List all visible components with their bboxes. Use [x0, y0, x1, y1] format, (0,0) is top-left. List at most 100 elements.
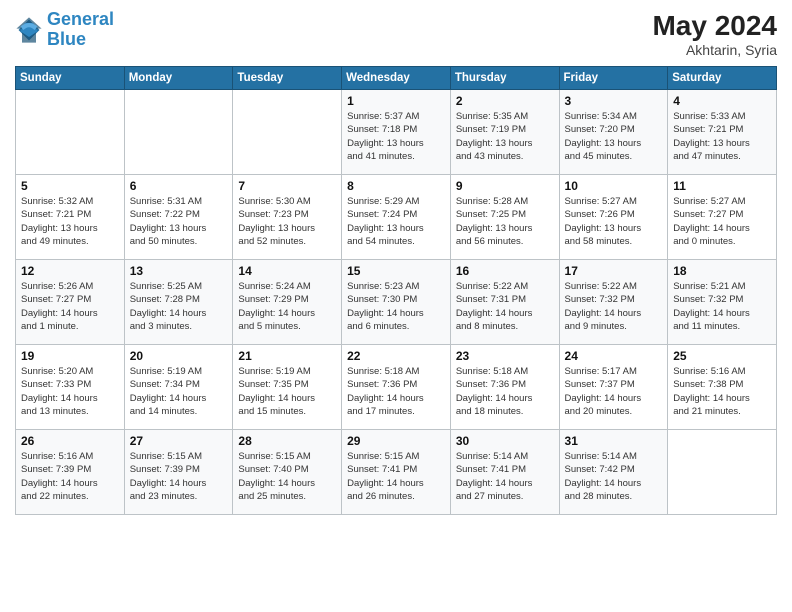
calendar-cell: 17Sunrise: 5:22 AM Sunset: 7:32 PM Dayli…: [559, 260, 668, 345]
day-info: Sunrise: 5:19 AM Sunset: 7:34 PM Dayligh…: [130, 365, 228, 418]
calendar-cell: 3Sunrise: 5:34 AM Sunset: 7:20 PM Daylig…: [559, 90, 668, 175]
day-info: Sunrise: 5:16 AM Sunset: 7:39 PM Dayligh…: [21, 450, 119, 503]
calendar-table: SundayMondayTuesdayWednesdayThursdayFrid…: [15, 66, 777, 515]
day-info: Sunrise: 5:14 AM Sunset: 7:41 PM Dayligh…: [456, 450, 554, 503]
day-number: 25: [673, 349, 771, 363]
day-number: 16: [456, 264, 554, 278]
weekday-header-monday: Monday: [124, 67, 233, 90]
day-number: 14: [238, 264, 336, 278]
day-number: 30: [456, 434, 554, 448]
day-number: 7: [238, 179, 336, 193]
day-info: Sunrise: 5:30 AM Sunset: 7:23 PM Dayligh…: [238, 195, 336, 248]
calendar-cell: 23 Sunrise: 5:18 AM Sunset: 7:36 PM Dayli…: [450, 345, 559, 430]
calendar-cell: [668, 430, 777, 515]
week-row-3: 12 Sunrise: 5:26 AM Sunset: 7:27 PM Dayli…: [16, 260, 777, 345]
day-info: Sunrise: 5:32 AM Sunset: 7:21 PM Dayligh…: [21, 195, 119, 248]
day-info: Sunrise: 5:18 AM Sunset: 7:36 PM Dayligh…: [347, 365, 445, 418]
logo-text: General Blue: [47, 10, 114, 50]
day-number: 23: [456, 349, 554, 363]
weekday-header-saturday: Saturday: [668, 67, 777, 90]
day-number: 6: [130, 179, 228, 193]
day-number: 22: [347, 349, 445, 363]
day-number: 8: [347, 179, 445, 193]
calendar-cell: 1Sunrise: 5:37 AM Sunset: 7:18 PM Daylig…: [342, 90, 451, 175]
day-info: Sunrise: 5:21 AM Sunset: 7:32 PM Dayligh…: [673, 280, 771, 333]
week-row-5: 26 Sunrise: 5:16 AM Sunset: 7:39 PM Dayli…: [16, 430, 777, 515]
calendar-cell: [16, 90, 125, 175]
calendar-cell: 15Sunrise: 5:23 AM Sunset: 7:30 PM Dayli…: [342, 260, 451, 345]
calendar-cell: 28 Sunrise: 5:15 AM Sunset: 7:40 PM Dayli…: [233, 430, 342, 515]
calendar-cell: [233, 90, 342, 175]
calendar-cell: 13 Sunrise: 5:25 AM Sunset: 7:28 PM Dayli…: [124, 260, 233, 345]
calendar-cell: 8 Sunrise: 5:29 AM Sunset: 7:24 PM Daylig…: [342, 175, 451, 260]
calendar-cell: 21 Sunrise: 5:19 AM Sunset: 7:35 PM Dayli…: [233, 345, 342, 430]
weekday-header-wednesday: Wednesday: [342, 67, 451, 90]
day-info: Sunrise: 5:23 AM Sunset: 7:30 PM Dayligh…: [347, 280, 445, 333]
day-number: 26: [21, 434, 119, 448]
day-info: Sunrise: 5:17 AM Sunset: 7:37 PM Dayligh…: [565, 365, 663, 418]
calendar-cell: 12 Sunrise: 5:26 AM Sunset: 7:27 PM Dayli…: [16, 260, 125, 345]
day-info: Sunrise: 5:33 AM Sunset: 7:21 PM Dayligh…: [673, 110, 771, 163]
day-info: Sunrise: 5:22 AM Sunset: 7:32 PM Dayligh…: [565, 280, 663, 333]
day-info: Sunrise: 5:20 AM Sunset: 7:33 PM Dayligh…: [21, 365, 119, 418]
calendar-cell: 5 Sunrise: 5:32 AM Sunset: 7:21 PM Daylig…: [16, 175, 125, 260]
calendar-cell: 19 Sunrise: 5:20 AM Sunset: 7:33 PM Dayli…: [16, 345, 125, 430]
day-info: Sunrise: 5:18 AM Sunset: 7:36 PM Dayligh…: [456, 365, 554, 418]
calendar-cell: 22 Sunrise: 5:18 AM Sunset: 7:36 PM Dayli…: [342, 345, 451, 430]
day-number: 3: [565, 94, 663, 108]
week-row-2: 5 Sunrise: 5:32 AM Sunset: 7:21 PM Daylig…: [16, 175, 777, 260]
calendar-cell: 29Sunrise: 5:15 AM Sunset: 7:41 PM Dayli…: [342, 430, 451, 515]
calendar-cell: 10Sunrise: 5:27 AM Sunset: 7:26 PM Dayli…: [559, 175, 668, 260]
calendar-cell: 24 Sunrise: 5:17 AM Sunset: 7:37 PM Dayli…: [559, 345, 668, 430]
day-number: 29: [347, 434, 445, 448]
calendar-cell: 31Sunrise: 5:14 AM Sunset: 7:42 PM Dayli…: [559, 430, 668, 515]
day-info: Sunrise: 5:19 AM Sunset: 7:35 PM Dayligh…: [238, 365, 336, 418]
day-number: 18: [673, 264, 771, 278]
day-info: Sunrise: 5:28 AM Sunset: 7:25 PM Dayligh…: [456, 195, 554, 248]
day-number: 21: [238, 349, 336, 363]
day-info: Sunrise: 5:35 AM Sunset: 7:19 PM Dayligh…: [456, 110, 554, 163]
calendar-cell: 20 Sunrise: 5:19 AM Sunset: 7:34 PM Dayli…: [124, 345, 233, 430]
day-info: Sunrise: 5:26 AM Sunset: 7:27 PM Dayligh…: [21, 280, 119, 333]
day-number: 4: [673, 94, 771, 108]
week-row-1: 1Sunrise: 5:37 AM Sunset: 7:18 PM Daylig…: [16, 90, 777, 175]
day-info: Sunrise: 5:22 AM Sunset: 7:31 PM Dayligh…: [456, 280, 554, 333]
day-number: 19: [21, 349, 119, 363]
calendar-cell: 4 Sunrise: 5:33 AM Sunset: 7:21 PM Daylig…: [668, 90, 777, 175]
title-block: May 2024 Akhtarin, Syria: [652, 10, 777, 58]
logo-line1: General: [47, 9, 114, 29]
day-number: 10: [565, 179, 663, 193]
location: Akhtarin, Syria: [652, 42, 777, 58]
day-info: Sunrise: 5:16 AM Sunset: 7:38 PM Dayligh…: [673, 365, 771, 418]
day-info: Sunrise: 5:25 AM Sunset: 7:28 PM Dayligh…: [130, 280, 228, 333]
month-year: May 2024: [652, 10, 777, 42]
calendar-cell: 18 Sunrise: 5:21 AM Sunset: 7:32 PM Dayli…: [668, 260, 777, 345]
day-number: 31: [565, 434, 663, 448]
day-info: Sunrise: 5:24 AM Sunset: 7:29 PM Dayligh…: [238, 280, 336, 333]
calendar-cell: 11Sunrise: 5:27 AM Sunset: 7:27 PM Dayli…: [668, 175, 777, 260]
logo-line2: Blue: [47, 29, 86, 49]
calendar-cell: [124, 90, 233, 175]
day-number: 13: [130, 264, 228, 278]
day-number: 5: [21, 179, 119, 193]
calendar-cell: 25 Sunrise: 5:16 AM Sunset: 7:38 PM Dayli…: [668, 345, 777, 430]
calendar-cell: 27Sunrise: 5:15 AM Sunset: 7:39 PM Dayli…: [124, 430, 233, 515]
day-info: Sunrise: 5:31 AM Sunset: 7:22 PM Dayligh…: [130, 195, 228, 248]
logo-icon: [15, 16, 43, 44]
day-info: Sunrise: 5:29 AM Sunset: 7:24 PM Dayligh…: [347, 195, 445, 248]
weekday-header-sunday: Sunday: [16, 67, 125, 90]
calendar-cell: 16 Sunrise: 5:22 AM Sunset: 7:31 PM Dayli…: [450, 260, 559, 345]
day-number: 9: [456, 179, 554, 193]
day-number: 20: [130, 349, 228, 363]
day-number: 12: [21, 264, 119, 278]
day-info: Sunrise: 5:15 AM Sunset: 7:39 PM Dayligh…: [130, 450, 228, 503]
day-number: 24: [565, 349, 663, 363]
calendar-cell: 30 Sunrise: 5:14 AM Sunset: 7:41 PM Dayli…: [450, 430, 559, 515]
logo: General Blue: [15, 10, 114, 50]
day-number: 28: [238, 434, 336, 448]
weekday-header-thursday: Thursday: [450, 67, 559, 90]
calendar-cell: 6 Sunrise: 5:31 AM Sunset: 7:22 PM Daylig…: [124, 175, 233, 260]
week-row-4: 19 Sunrise: 5:20 AM Sunset: 7:33 PM Dayli…: [16, 345, 777, 430]
day-number: 1: [347, 94, 445, 108]
day-info: Sunrise: 5:15 AM Sunset: 7:40 PM Dayligh…: [238, 450, 336, 503]
